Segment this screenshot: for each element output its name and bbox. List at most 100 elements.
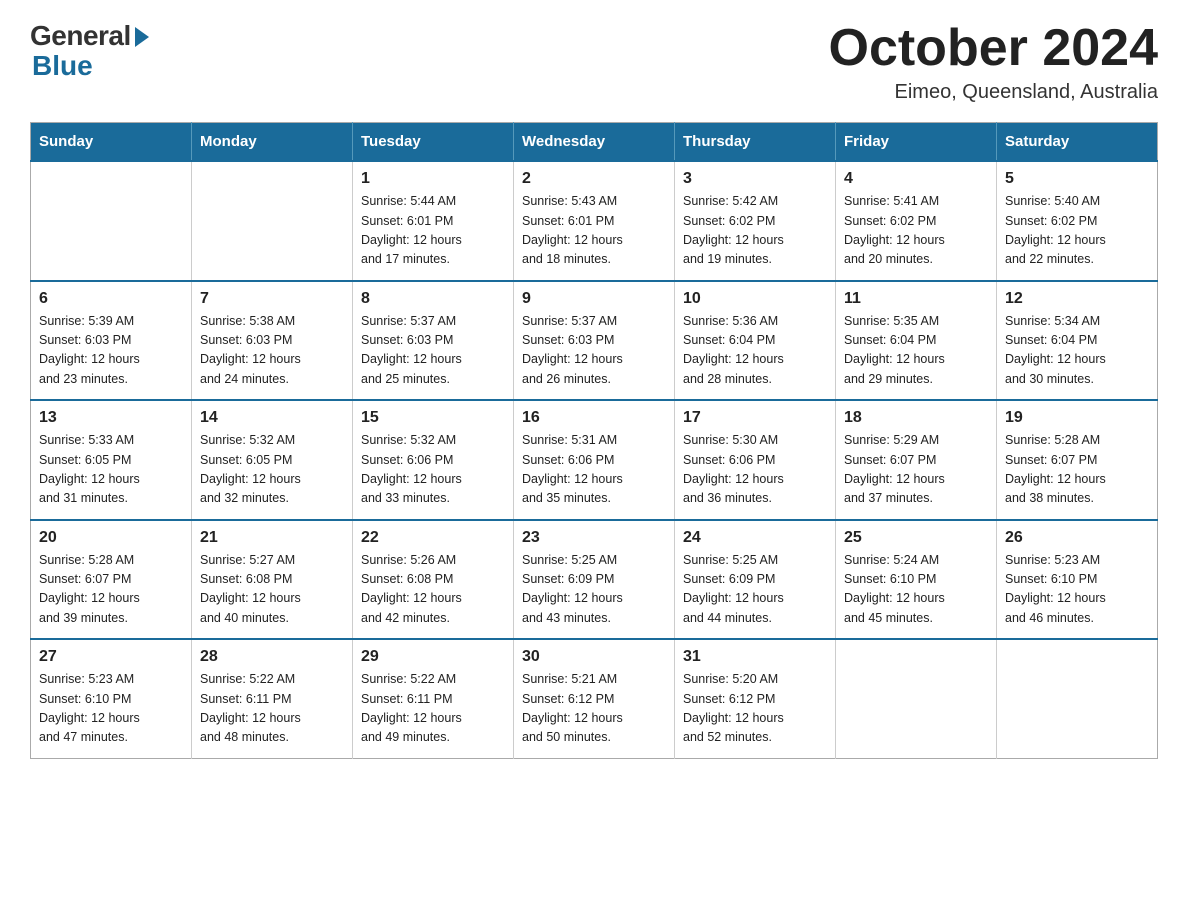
day-number: 22 [361, 529, 505, 547]
day-number: 7 [200, 290, 344, 308]
calendar-cell: 24 Sunrise: 5:25 AM Sunset: 6:09 PM Dayli… [675, 520, 836, 640]
calendar-cell: 23 Sunrise: 5:25 AM Sunset: 6:09 PM Dayli… [514, 520, 675, 640]
day-info: Sunrise: 5:37 AM Sunset: 6:03 PM Dayligh… [361, 312, 505, 390]
day-info: Sunrise: 5:39 AM Sunset: 6:03 PM Dayligh… [39, 312, 183, 390]
day-info: Sunrise: 5:35 AM Sunset: 6:04 PM Dayligh… [844, 312, 988, 390]
calendar-cell: 10 Sunrise: 5:36 AM Sunset: 6:04 PM Dayli… [675, 281, 836, 401]
calendar-cell: 14Sunrise: 5:32 AM Sunset: 6:05 PM Dayli… [192, 400, 353, 520]
calendar-cell [31, 161, 192, 281]
calendar-cell: 12 Sunrise: 5:34 AM Sunset: 6:04 PM Dayli… [997, 281, 1158, 401]
day-info: Sunrise: 5:30 AM Sunset: 6:06 PM Dayligh… [683, 431, 827, 509]
day-number: 14 [200, 409, 344, 427]
day-number: 5 [1005, 170, 1149, 188]
calendar-cell: 19 Sunrise: 5:28 AM Sunset: 6:07 PM Dayli… [997, 400, 1158, 520]
day-number: 19 [1005, 409, 1149, 427]
header-friday: Friday [836, 123, 997, 162]
day-number: 27 [39, 648, 183, 666]
calendar-cell: 13Sunrise: 5:33 AM Sunset: 6:05 PM Dayli… [31, 400, 192, 520]
calendar-cell: 22 Sunrise: 5:26 AM Sunset: 6:08 PM Dayli… [353, 520, 514, 640]
day-number: 2 [522, 170, 666, 188]
logo: General Blue [30, 20, 149, 82]
day-number: 28 [200, 648, 344, 666]
day-info: Sunrise: 5:34 AM Sunset: 6:04 PM Dayligh… [1005, 312, 1149, 390]
day-info: Sunrise: 5:37 AM Sunset: 6:03 PM Dayligh… [522, 312, 666, 390]
header-sunday: Sunday [31, 123, 192, 162]
calendar-cell: 5 Sunrise: 5:40 AM Sunset: 6:02 PM Daylig… [997, 161, 1158, 281]
calendar-cell [997, 639, 1158, 758]
calendar-cell: 30Sunrise: 5:21 AM Sunset: 6:12 PM Dayli… [514, 639, 675, 758]
month-title: October 2024 [829, 20, 1159, 77]
day-number: 20 [39, 529, 183, 547]
day-number: 6 [39, 290, 183, 308]
day-number: 17 [683, 409, 827, 427]
calendar-cell: 9Sunrise: 5:37 AM Sunset: 6:03 PM Daylig… [514, 281, 675, 401]
title-section: October 2024 Eimeo, Queensland, Australi… [829, 20, 1159, 104]
day-number: 16 [522, 409, 666, 427]
calendar-cell: 28 Sunrise: 5:22 AM Sunset: 6:11 PM Dayli… [192, 639, 353, 758]
calendar-cell: 21 Sunrise: 5:27 AM Sunset: 6:08 PM Dayli… [192, 520, 353, 640]
day-info: Sunrise: 5:28 AM Sunset: 6:07 PM Dayligh… [1005, 431, 1149, 509]
calendar-cell: 3Sunrise: 5:42 AM Sunset: 6:02 PM Daylig… [675, 161, 836, 281]
calendar-cell: 2 Sunrise: 5:43 AM Sunset: 6:01 PM Daylig… [514, 161, 675, 281]
calendar-cell: 31 Sunrise: 5:20 AM Sunset: 6:12 PM Dayli… [675, 639, 836, 758]
header-wednesday: Wednesday [514, 123, 675, 162]
calendar-cell [192, 161, 353, 281]
day-number: 24 [683, 529, 827, 547]
calendar-cell: 20Sunrise: 5:28 AM Sunset: 6:07 PM Dayli… [31, 520, 192, 640]
day-number: 23 [522, 529, 666, 547]
calendar-cell: 18Sunrise: 5:29 AM Sunset: 6:07 PM Dayli… [836, 400, 997, 520]
day-number: 12 [1005, 290, 1149, 308]
calendar-cell: 17 Sunrise: 5:30 AM Sunset: 6:06 PM Dayli… [675, 400, 836, 520]
day-info: Sunrise: 5:32 AM Sunset: 6:06 PM Dayligh… [361, 431, 505, 509]
day-info: Sunrise: 5:43 AM Sunset: 6:01 PM Dayligh… [522, 192, 666, 270]
day-info: Sunrise: 5:25 AM Sunset: 6:09 PM Dayligh… [683, 551, 827, 629]
day-info: Sunrise: 5:42 AM Sunset: 6:02 PM Dayligh… [683, 192, 827, 270]
calendar-cell [836, 639, 997, 758]
day-info: Sunrise: 5:31 AM Sunset: 6:06 PM Dayligh… [522, 431, 666, 509]
calendar-cell: 29 Sunrise: 5:22 AM Sunset: 6:11 PM Dayli… [353, 639, 514, 758]
calendar-cell: 11 Sunrise: 5:35 AM Sunset: 6:04 PM Dayli… [836, 281, 997, 401]
day-number: 11 [844, 290, 988, 308]
day-info: Sunrise: 5:22 AM Sunset: 6:11 PM Dayligh… [361, 670, 505, 748]
calendar-cell: 7 Sunrise: 5:38 AM Sunset: 6:03 PM Daylig… [192, 281, 353, 401]
day-info: Sunrise: 5:23 AM Sunset: 6:10 PM Dayligh… [1005, 551, 1149, 629]
day-number: 26 [1005, 529, 1149, 547]
day-number: 10 [683, 290, 827, 308]
day-info: Sunrise: 5:33 AM Sunset: 6:05 PM Dayligh… [39, 431, 183, 509]
header-monday: Monday [192, 123, 353, 162]
day-info: Sunrise: 5:25 AM Sunset: 6:09 PM Dayligh… [522, 551, 666, 629]
page-header: General Blue October 2024 Eimeo, Queensl… [30, 20, 1158, 104]
calendar-week-row: 6 Sunrise: 5:39 AM Sunset: 6:03 PM Daylig… [31, 281, 1158, 401]
header-thursday: Thursday [675, 123, 836, 162]
logo-arrow-icon [135, 27, 149, 47]
day-info: Sunrise: 5:38 AM Sunset: 6:03 PM Dayligh… [200, 312, 344, 390]
day-number: 25 [844, 529, 988, 547]
calendar-week-row: 27 Sunrise: 5:23 AM Sunset: 6:10 PM Dayli… [31, 639, 1158, 758]
calendar-header-row: SundayMondayTuesdayWednesdayThursdayFrid… [31, 123, 1158, 162]
day-number: 21 [200, 529, 344, 547]
day-info: Sunrise: 5:23 AM Sunset: 6:10 PM Dayligh… [39, 670, 183, 748]
day-info: Sunrise: 5:40 AM Sunset: 6:02 PM Dayligh… [1005, 192, 1149, 270]
calendar-week-row: 1 Sunrise: 5:44 AM Sunset: 6:01 PM Daylig… [31, 161, 1158, 281]
day-info: Sunrise: 5:20 AM Sunset: 6:12 PM Dayligh… [683, 670, 827, 748]
header-tuesday: Tuesday [353, 123, 514, 162]
day-number: 15 [361, 409, 505, 427]
location-text: Eimeo, Queensland, Australia [829, 81, 1159, 104]
day-info: Sunrise: 5:29 AM Sunset: 6:07 PM Dayligh… [844, 431, 988, 509]
day-info: Sunrise: 5:21 AM Sunset: 6:12 PM Dayligh… [522, 670, 666, 748]
day-info: Sunrise: 5:26 AM Sunset: 6:08 PM Dayligh… [361, 551, 505, 629]
logo-general-text: General [30, 20, 131, 52]
calendar-cell: 26 Sunrise: 5:23 AM Sunset: 6:10 PM Dayli… [997, 520, 1158, 640]
calendar-table: SundayMondayTuesdayWednesdayThursdayFrid… [30, 122, 1158, 759]
day-info: Sunrise: 5:24 AM Sunset: 6:10 PM Dayligh… [844, 551, 988, 629]
calendar-cell: 4Sunrise: 5:41 AM Sunset: 6:02 PM Daylig… [836, 161, 997, 281]
day-info: Sunrise: 5:44 AM Sunset: 6:01 PM Dayligh… [361, 192, 505, 270]
day-number: 31 [683, 648, 827, 666]
calendar-week-row: 13Sunrise: 5:33 AM Sunset: 6:05 PM Dayli… [31, 400, 1158, 520]
day-info: Sunrise: 5:27 AM Sunset: 6:08 PM Dayligh… [200, 551, 344, 629]
day-info: Sunrise: 5:36 AM Sunset: 6:04 PM Dayligh… [683, 312, 827, 390]
day-info: Sunrise: 5:22 AM Sunset: 6:11 PM Dayligh… [200, 670, 344, 748]
day-number: 1 [361, 170, 505, 188]
day-number: 29 [361, 648, 505, 666]
day-number: 4 [844, 170, 988, 188]
